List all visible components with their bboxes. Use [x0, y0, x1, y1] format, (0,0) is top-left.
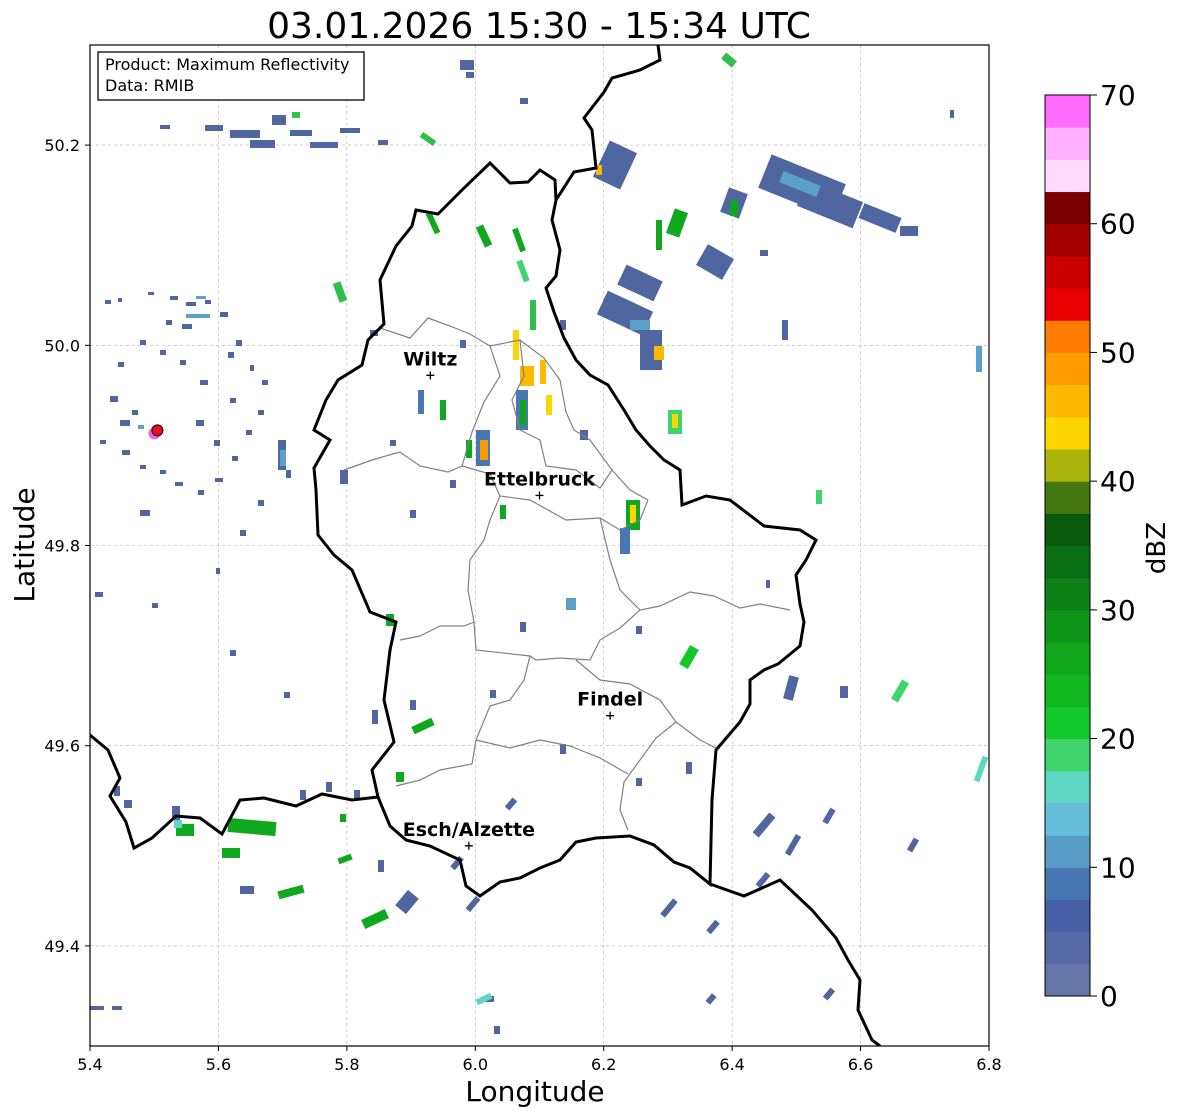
colorbar-swatch — [1045, 545, 1090, 579]
colorbar-ticks: 0 10 20 30 40 50 60 70 — [1090, 79, 1136, 1013]
y-axis-label: Latitude — [8, 487, 41, 602]
colorbar-swatch — [1045, 674, 1090, 707]
x-tick-label: 5.4 — [77, 1055, 102, 1074]
city-label: Ettelbruck — [484, 468, 595, 490]
colorbar-swatches — [1045, 95, 1090, 997]
colorbar-tick-label: 20 — [1100, 723, 1136, 756]
colorbar: 0 10 20 30 40 50 60 70 dBZ — [1044, 79, 1172, 1013]
colorbar-tick-label: 30 — [1100, 594, 1136, 627]
x-tick-label: 6.6 — [848, 1055, 873, 1074]
colorbar-tick-label: 70 — [1100, 79, 1136, 112]
colorbar-swatch — [1045, 255, 1090, 289]
x-tick-label: 6.0 — [463, 1055, 488, 1074]
colorbar-swatch — [1045, 320, 1090, 353]
city-label: Esch/Alzette — [403, 819, 535, 841]
colorbar-swatch — [1045, 706, 1090, 740]
colorbar-swatch — [1045, 223, 1090, 257]
x-axis-ticks: 5.4 5.6 5.8 6.0 6.2 6.4 6.6 6.8 — [77, 1046, 1002, 1074]
info-box: Product: Maximum Reflectivity Data: RMIB — [97, 51, 365, 101]
city-label: Findel — [577, 689, 643, 711]
radar-map-figure: 03.01.2026 15:30 - 15:34 UTC WiltzEttelb… — [8, 6, 1172, 1108]
x-tick-label: 5.8 — [334, 1055, 359, 1074]
x-tick-label: 6.4 — [719, 1055, 744, 1074]
colorbar-tick-label: 40 — [1100, 465, 1136, 498]
y-tick-label: 49.4 — [44, 937, 80, 956]
colorbar-swatch — [1045, 931, 1090, 965]
x-tick-label: 5.6 — [206, 1055, 231, 1074]
x-tick-label: 6.8 — [976, 1055, 1001, 1074]
y-tick-label: 49.8 — [44, 537, 80, 556]
colorbar-swatch — [1045, 448, 1090, 482]
y-tick-label: 50.2 — [44, 136, 80, 155]
colorbar-swatch — [1045, 191, 1090, 225]
colorbar-tick-label: 0 — [1100, 980, 1118, 1013]
colorbar-swatch — [1045, 770, 1090, 804]
info-data-source: Data: RMIB — [105, 76, 194, 95]
colorbar-swatch — [1045, 835, 1090, 868]
city-label: Wiltz — [403, 348, 457, 370]
x-tick-label: 6.2 — [591, 1055, 616, 1074]
colorbar-swatch — [1045, 384, 1090, 418]
colorbar-swatch — [1045, 899, 1090, 933]
colorbar-swatch — [1045, 159, 1090, 193]
colorbar-swatch — [1045, 95, 1090, 128]
map-plot-area: Wiltz Ettelbruck Findel Esch/Alzette Produc… — [89, 44, 990, 1047]
info-product: Product: Maximum Reflectivity — [105, 55, 349, 74]
colorbar-swatch — [1045, 352, 1090, 386]
y-tick-label: 49.6 — [44, 737, 80, 756]
radar-site-marker — [151, 424, 164, 437]
y-tick-label: 50.0 — [44, 336, 80, 355]
y-axis-ticks: 49.4 49.6 49.8 50.0 50.2 — [44, 136, 90, 956]
colorbar-swatch — [1045, 481, 1090, 514]
colorbar-swatch — [1045, 642, 1090, 675]
figure-title: 03.01.2026 15:30 - 15:34 UTC — [267, 6, 811, 47]
colorbar-swatch — [1045, 609, 1090, 643]
colorbar-tick-label: 60 — [1100, 208, 1136, 241]
colorbar-label: dBZ — [1142, 522, 1172, 574]
colorbar-tick-label: 50 — [1100, 336, 1136, 369]
colorbar-swatch — [1045, 288, 1090, 321]
colorbar-swatch — [1045, 127, 1090, 160]
colorbar-swatch — [1045, 963, 1090, 997]
colorbar-tick-label: 10 — [1100, 851, 1136, 884]
x-axis-label: Longitude — [465, 1075, 604, 1108]
colorbar-swatch — [1045, 738, 1090, 772]
colorbar-swatch — [1045, 802, 1090, 836]
colorbar-swatch — [1045, 867, 1090, 900]
colorbar-swatch — [1045, 416, 1090, 450]
colorbar-swatch — [1045, 577, 1090, 611]
colorbar-swatch — [1045, 513, 1090, 546]
